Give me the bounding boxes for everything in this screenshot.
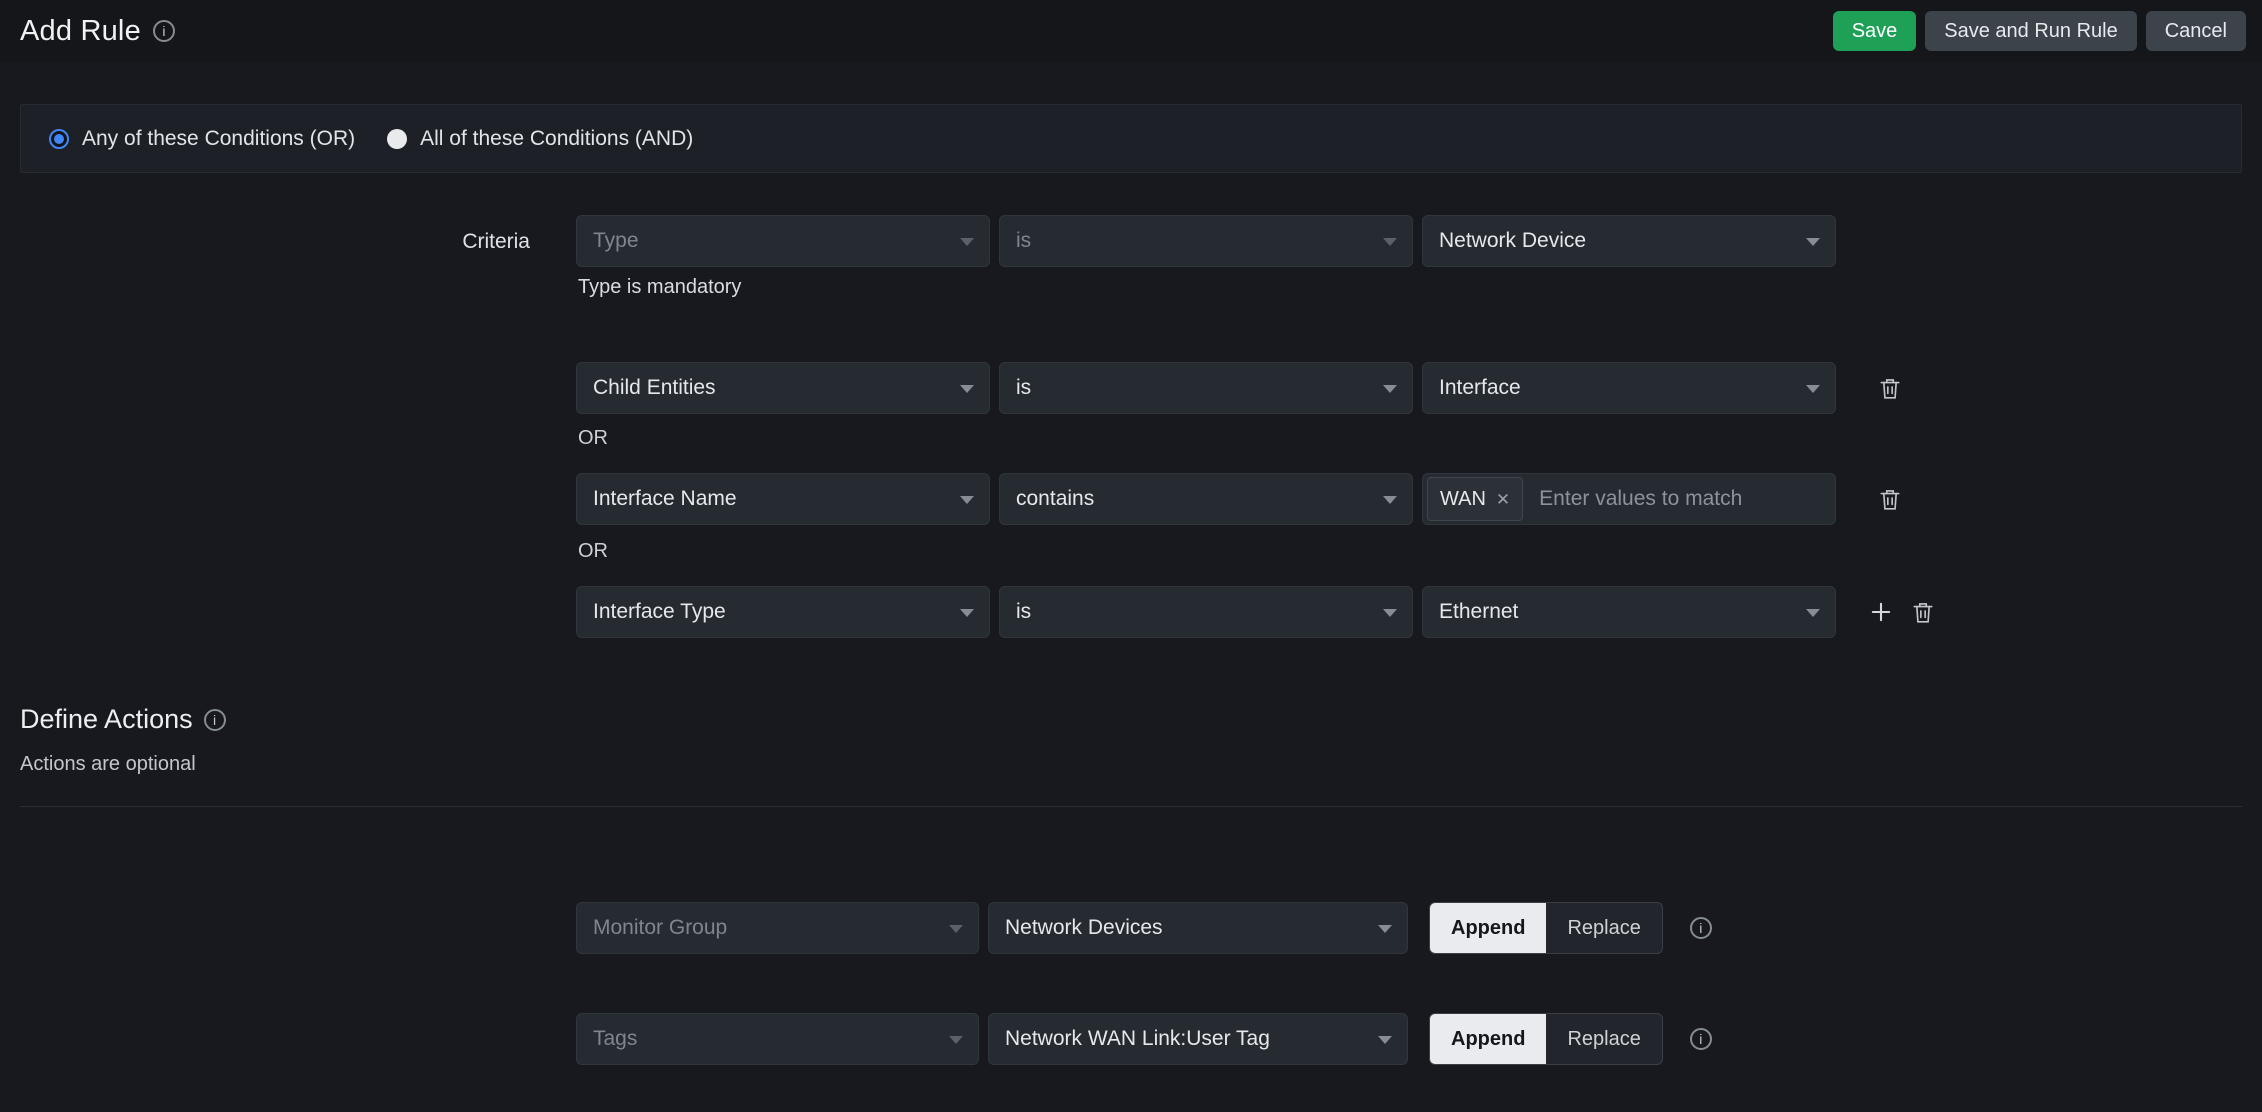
- radio-any-conditions[interactable]: Any of these Conditions (OR): [49, 127, 355, 151]
- add-rule-info-icon[interactable]: i: [153, 20, 175, 42]
- append-replace-toggle-2: Append Replace: [1429, 1013, 1663, 1065]
- section-divider: [20, 806, 2242, 807]
- action-type-dropdown-tags[interactable]: Tags: [576, 1013, 979, 1065]
- operator-dropdown-1[interactable]: is: [999, 215, 1413, 267]
- chevron-down-icon: [1383, 496, 1397, 504]
- action-type-dropdown-1-value: Monitor Group: [593, 916, 727, 940]
- field-dropdown-child-entities[interactable]: Child Entities: [576, 362, 990, 414]
- operator-dropdown-4[interactable]: is: [999, 586, 1413, 638]
- field-dropdown-interface-type-value: Interface Type: [593, 600, 726, 624]
- action-row-1: Monitor Group Network Devices Append Rep…: [576, 902, 1712, 954]
- field-dropdown-type-value: Type: [593, 229, 639, 253]
- values-to-match-input[interactable]: WAN ✕ Enter values to match: [1422, 473, 1836, 525]
- values-input-placeholder: Enter values to match: [1539, 487, 1742, 511]
- chevron-down-icon: [1806, 609, 1820, 617]
- define-actions-title: Define Actions: [20, 704, 193, 735]
- trash-icon: [1877, 486, 1903, 512]
- radio-any-label: Any of these Conditions (OR): [82, 127, 355, 151]
- header: Add Rule i Save Save and Run Rule Cancel: [0, 0, 2262, 62]
- action-type-dropdown-monitor-group[interactable]: Monitor Group: [576, 902, 979, 954]
- radio-unselected-icon[interactable]: [387, 129, 407, 149]
- condition-row-3: Interface Name contains WAN ✕ Enter valu…: [576, 473, 1903, 525]
- chevron-down-icon: [1383, 238, 1397, 246]
- action-value-dropdown-2[interactable]: Network WAN Link:User Tag: [988, 1013, 1408, 1065]
- define-actions-heading-group: Define Actions i: [20, 704, 226, 735]
- condition-mode-bar: Any of these Conditions (OR) All of thes…: [20, 104, 2242, 173]
- chevron-down-icon: [1378, 925, 1392, 933]
- delete-condition-4-button[interactable]: [1910, 599, 1936, 625]
- radio-all-conditions[interactable]: All of these Conditions (AND): [387, 127, 693, 151]
- append-option[interactable]: Append: [1430, 903, 1546, 953]
- action-row-2: Tags Network WAN Link:User Tag Append Re…: [576, 1013, 1712, 1065]
- or-joiner-1: OR: [578, 427, 608, 450]
- delete-condition-3-button[interactable]: [1877, 486, 1903, 512]
- value-dropdown-2[interactable]: Interface: [1422, 362, 1836, 414]
- replace-option[interactable]: Replace: [1546, 903, 1661, 953]
- value-dropdown-4[interactable]: Ethernet: [1422, 586, 1836, 638]
- value-dropdown-1[interactable]: Network Device: [1422, 215, 1836, 267]
- action-row-1-info-icon[interactable]: i: [1690, 917, 1712, 939]
- chevron-down-icon: [1378, 1036, 1392, 1044]
- chevron-down-icon: [1383, 609, 1397, 617]
- or-joiner-2: OR: [578, 540, 608, 563]
- chevron-down-icon: [960, 385, 974, 393]
- action-value-dropdown-1-value: Network Devices: [1005, 916, 1163, 940]
- chevron-down-icon: [949, 1036, 963, 1044]
- value-dropdown-1-value: Network Device: [1439, 229, 1586, 253]
- delete-condition-2-button[interactable]: [1877, 375, 1903, 401]
- action-value-dropdown-2-value: Network WAN Link:User Tag: [1005, 1027, 1270, 1051]
- value-dropdown-2-value: Interface: [1439, 376, 1521, 400]
- append-option[interactable]: Append: [1430, 1014, 1546, 1064]
- field-dropdown-interface-name[interactable]: Interface Name: [576, 473, 990, 525]
- add-condition-button[interactable]: [1867, 598, 1895, 626]
- operator-dropdown-2[interactable]: is: [999, 362, 1413, 414]
- header-actions: Save Save and Run Rule Cancel: [1833, 11, 2246, 51]
- operator-dropdown-4-value: is: [1016, 600, 1031, 624]
- condition-row-2: Child Entities is Interface: [576, 362, 1903, 414]
- action-value-dropdown-1[interactable]: Network Devices: [988, 902, 1408, 954]
- condition-row-4: Interface Type is Ethernet: [576, 586, 1936, 638]
- append-replace-toggle-1: Append Replace: [1429, 902, 1663, 954]
- operator-dropdown-3-value: contains: [1016, 487, 1094, 511]
- chevron-down-icon: [1806, 238, 1820, 246]
- field-dropdown-interface-name-value: Interface Name: [593, 487, 737, 511]
- trash-icon: [1877, 375, 1903, 401]
- tag-chip-wan: WAN ✕: [1427, 477, 1523, 521]
- action-type-dropdown-2-value: Tags: [593, 1027, 637, 1051]
- remove-tag-icon[interactable]: ✕: [1496, 491, 1510, 508]
- condition-row-1: Type is Network Device: [576, 215, 1836, 267]
- define-actions-info-icon[interactable]: i: [204, 709, 226, 731]
- criteria-label: Criteria: [330, 230, 530, 254]
- page-title: Add Rule: [20, 15, 141, 48]
- type-mandatory-note: Type is mandatory: [578, 276, 741, 299]
- operator-dropdown-1-value: is: [1016, 229, 1031, 253]
- replace-option[interactable]: Replace: [1546, 1014, 1661, 1064]
- cancel-button[interactable]: Cancel: [2146, 11, 2246, 51]
- operator-dropdown-3[interactable]: contains: [999, 473, 1413, 525]
- chevron-down-icon: [949, 925, 963, 933]
- operator-dropdown-2-value: is: [1016, 376, 1031, 400]
- action-row-2-info-icon[interactable]: i: [1690, 1028, 1712, 1050]
- tag-chip-label: WAN: [1440, 488, 1486, 511]
- field-dropdown-type[interactable]: Type: [576, 215, 990, 267]
- chevron-down-icon: [1806, 385, 1820, 393]
- radio-selected-icon[interactable]: [49, 129, 69, 149]
- radio-all-label: All of these Conditions (AND): [420, 127, 693, 151]
- chevron-down-icon: [960, 609, 974, 617]
- field-dropdown-interface-type[interactable]: Interface Type: [576, 586, 990, 638]
- field-dropdown-child-entities-value: Child Entities: [593, 376, 716, 400]
- value-dropdown-4-value: Ethernet: [1439, 600, 1518, 624]
- save-and-run-button[interactable]: Save and Run Rule: [1925, 11, 2136, 51]
- plus-icon: [1867, 598, 1895, 626]
- chevron-down-icon: [960, 496, 974, 504]
- chevron-down-icon: [1383, 385, 1397, 393]
- trash-icon: [1910, 599, 1936, 625]
- save-button[interactable]: Save: [1833, 11, 1917, 51]
- page-title-group: Add Rule i: [20, 15, 175, 48]
- chevron-down-icon: [960, 238, 974, 246]
- add-rule-page: Add Rule i Save Save and Run Rule Cancel…: [0, 0, 2262, 1112]
- actions-optional-note: Actions are optional: [20, 753, 196, 776]
